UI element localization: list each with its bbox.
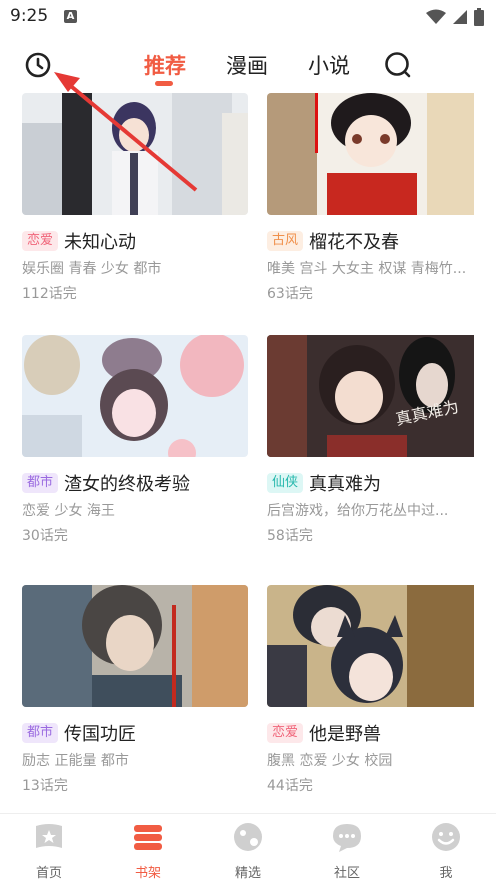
comic-card[interactable]: 真真难为 仙侠 真真难为 后宫游戏，给你万花丛中过... 58话完 [267,335,493,545]
comic-genres: 娱乐圈 青春 少女 都市 [22,261,162,277]
top-nav: 推荐 漫画 小说 [0,40,496,92]
comic-genres: 励志 正能量 都市 [22,753,129,769]
comic-card[interactable]: 恋爱 未知心动 娱乐圈 青春 少女 都市 112话完 [22,93,248,303]
community-icon [333,824,361,852]
comic-card[interactable]: 古风 榴花不及春 唯美 宫斗 大女主 权谋 青梅竹... 63话完 [267,93,493,303]
comic-card[interactable]: 恋爱 他是野兽 腹黑 恋爱 少女 校园 44话完 [267,585,493,795]
genre-tag: 都市 [22,473,59,493]
episode-count: 30话完 [22,528,68,544]
status-bar: 9:25 A [0,0,496,34]
nav-profile[interactable]: 我 [416,820,476,881]
active-tab-indicator [155,81,173,86]
episode-count: 58话完 [267,528,313,544]
episode-count: 44话完 [267,778,313,794]
explore-icon [234,823,262,851]
comic-genres: 后宫游戏，给你万花丛中过... [267,503,449,519]
home-icon [36,824,62,848]
nav-explore-label: 精选 [234,866,261,881]
nav-explore[interactable]: 精选 [218,820,278,881]
genre-tag: 仙侠 [267,473,304,493]
genre-tag: 恋爱 [267,723,304,743]
nav-bookshelf[interactable]: 书架 [118,820,178,881]
comic-cover[interactable] [267,93,493,215]
comic-title: 真真难为 [309,474,382,495]
comic-title: 渣女的终极考验 [64,474,191,495]
a-notification-icon: A [64,10,77,23]
battery-icon [474,8,484,26]
profile-icon [432,823,460,851]
nav-bookshelf-label: 书架 [134,866,161,881]
comic-title: 传国功匠 [64,724,137,745]
nav-profile-label: 我 [439,866,453,881]
genre-tag: 恋爱 [22,231,59,251]
comic-cover[interactable] [22,335,248,457]
comic-genres: 腹黑 恋爱 少女 校园 [267,753,393,769]
tab-novels[interactable]: 小说 [308,50,350,80]
status-icons [426,8,484,26]
bottom-nav: 首页 书架 精选 社区 我 [0,813,496,882]
comic-cover[interactable] [22,93,248,215]
nav-home[interactable]: 首页 [19,820,79,881]
tab-recommend[interactable]: 推荐 [144,50,186,80]
history-button[interactable] [23,50,53,80]
comic-genres: 恋爱 少女 海王 [22,503,115,519]
comic-title: 他是野兽 [309,724,382,745]
wifi-icon [426,9,446,24]
search-button[interactable] [383,50,413,80]
comic-card[interactable]: 都市 传国功匠 励志 正能量 都市 13话完 [22,585,248,795]
comic-genres: 唯美 宫斗 大女主 权谋 青梅竹... [267,261,467,277]
episode-count: 13话完 [22,778,68,794]
comic-cover[interactable]: 真真难为 [267,335,493,457]
comic-cover[interactable] [267,585,493,707]
nav-community[interactable]: 社区 [317,820,377,881]
tab-comics[interactable]: 漫画 [226,50,268,80]
search-icon [385,52,411,78]
status-time: 9:25 [10,6,49,26]
nav-home-label: 首页 [35,866,62,881]
genre-tag: 古风 [267,231,304,251]
episode-count: 63话完 [267,286,313,302]
genre-tag: 都市 [22,723,59,743]
clock-icon [25,52,51,78]
signal-icon [453,10,467,24]
bookshelf-icon [134,825,162,850]
comic-title: 榴花不及春 [309,232,400,253]
comic-cover[interactable] [22,585,248,707]
comic-title: 未知心动 [64,232,137,253]
nav-community-label: 社区 [333,866,360,881]
episode-count: 112话完 [22,286,77,302]
comic-card[interactable]: 都市 渣女的终极考验 恋爱 少女 海王 30话完 [22,335,248,545]
